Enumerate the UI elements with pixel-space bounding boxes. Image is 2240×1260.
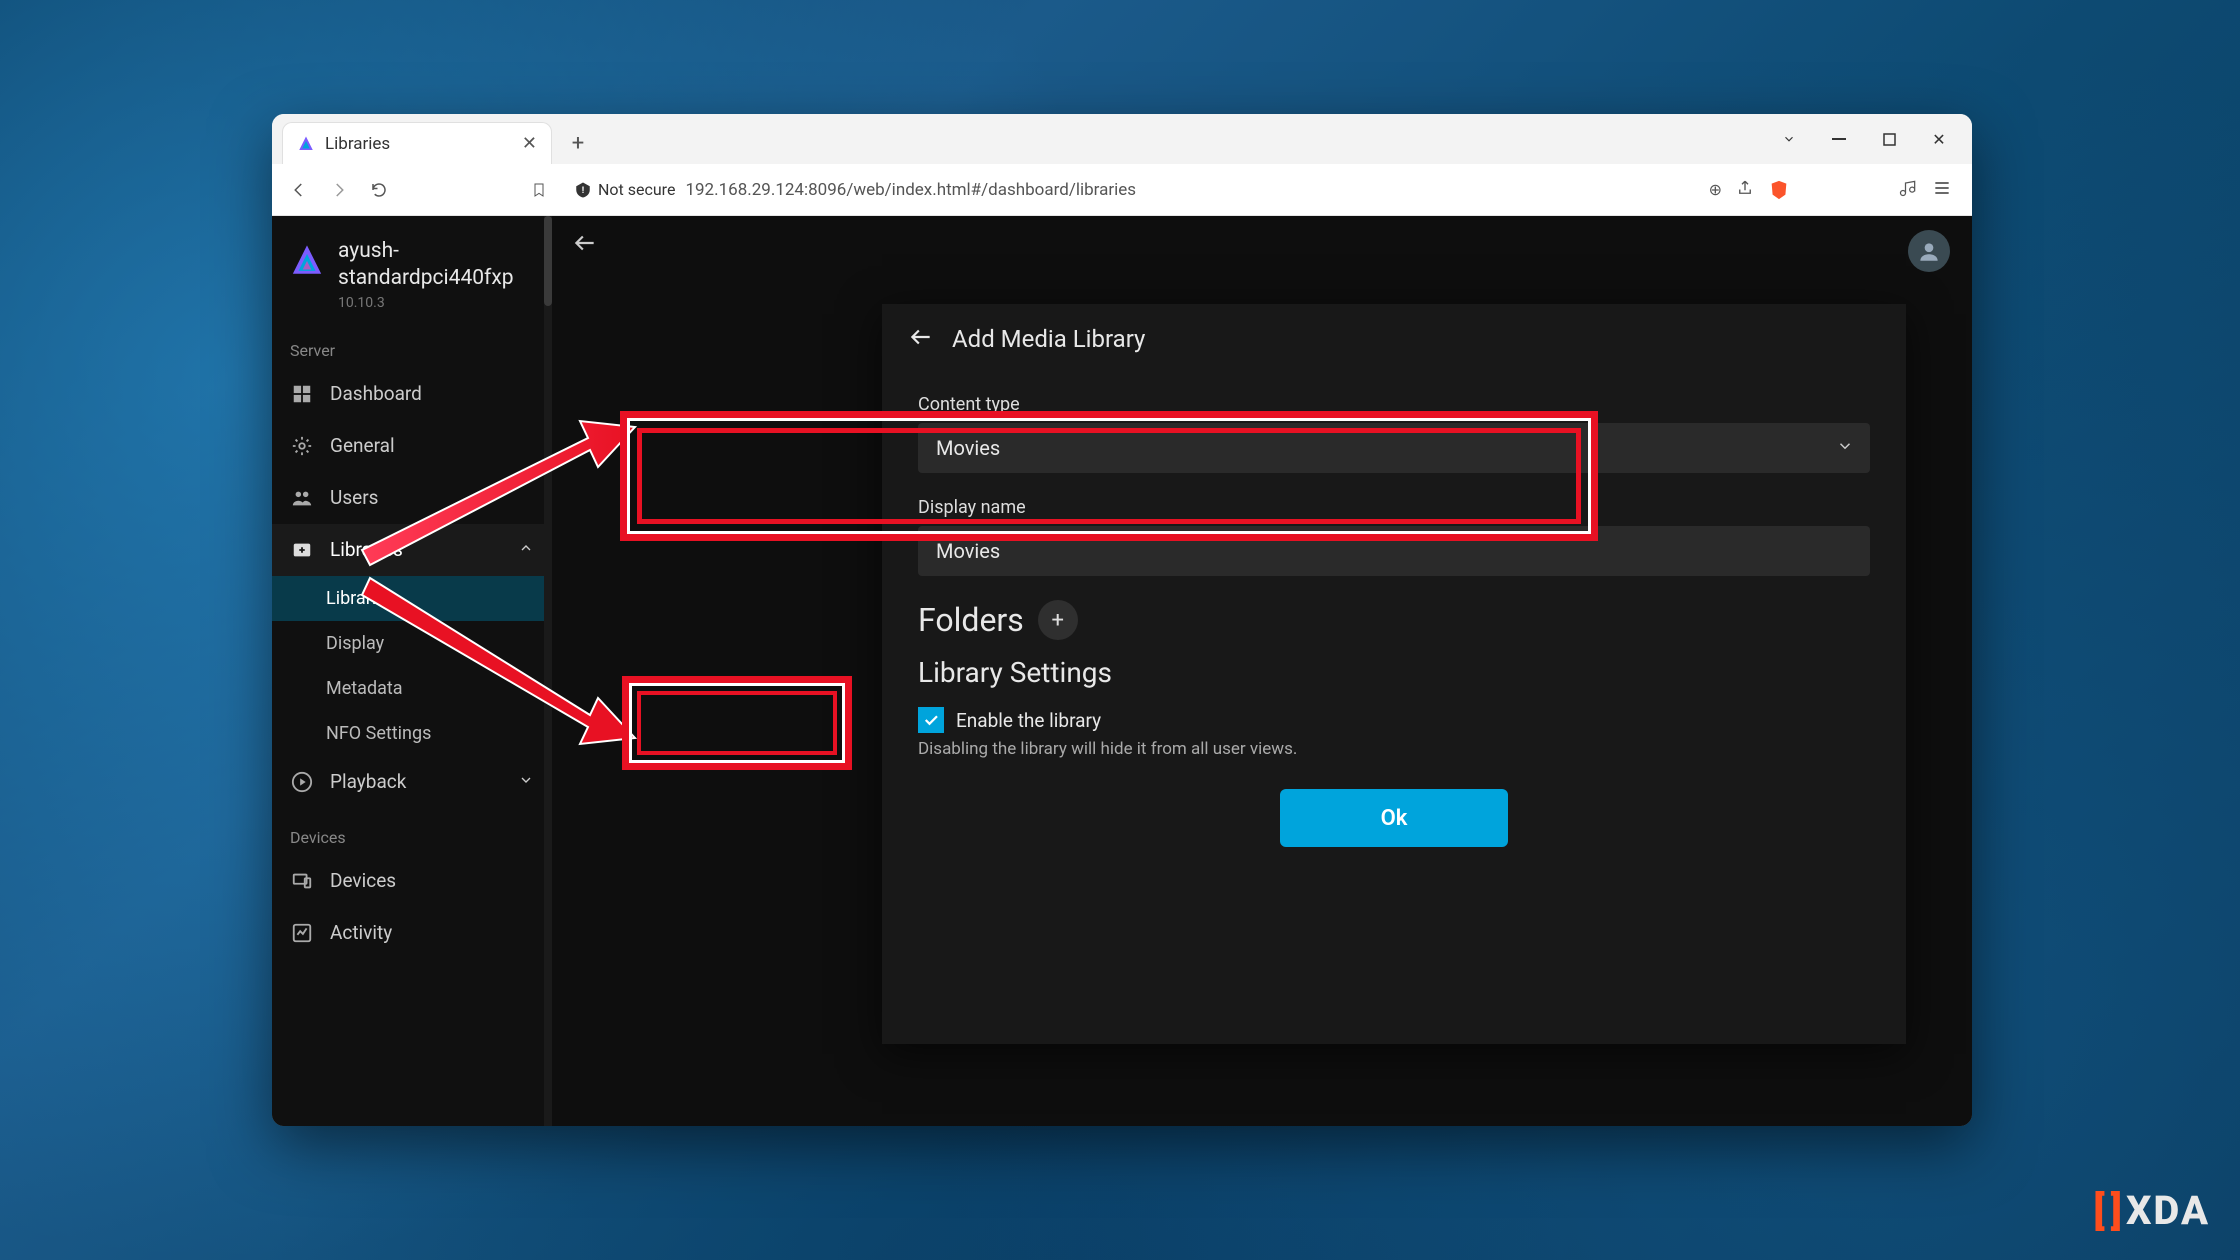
- section-label-server: Server: [272, 321, 552, 368]
- tab-title: Libraries: [325, 134, 512, 154]
- close-window-button[interactable]: ✕: [1916, 116, 1962, 162]
- nav-forward-button[interactable]: [324, 175, 354, 205]
- maximize-button[interactable]: [1866, 116, 1912, 162]
- security-label: Not secure: [598, 180, 675, 199]
- reader-icon[interactable]: [1898, 178, 1918, 202]
- sidebar: ayush-standardpci440fxp 10.10.3 Server D…: [272, 216, 552, 1126]
- sidebar-item-label: Playback: [330, 770, 406, 793]
- dashboard-icon: [290, 382, 314, 406]
- url-field[interactable]: ! Not secure 192.168.29.124:8096/web/ind…: [564, 180, 1699, 200]
- chevron-up-icon: [518, 538, 534, 561]
- sidebar-item-label: Devices: [330, 869, 396, 892]
- content-type-value: Movies: [936, 436, 1000, 460]
- brave-shields-icon[interactable]: [1768, 179, 1790, 201]
- sidebar-item-devices[interactable]: Devices: [272, 855, 552, 907]
- chevron-down-icon: [1836, 436, 1854, 460]
- share-icon[interactable]: [1736, 179, 1754, 201]
- section-label-devices: Devices: [272, 808, 552, 855]
- add-folder-button[interactable]: +: [1038, 600, 1078, 640]
- sidebar-subitem-metadata[interactable]: Metadata: [272, 666, 552, 711]
- security-indicator: ! Not secure: [574, 180, 675, 199]
- bookmark-icon[interactable]: [524, 175, 554, 205]
- address-bar: ! Not secure 192.168.29.124:8096/web/ind…: [272, 164, 1972, 216]
- enable-library-row: Enable the library: [918, 707, 1870, 733]
- sidebar-item-label: Dashboard: [330, 382, 422, 405]
- sidebar-item-dashboard[interactable]: Dashboard: [272, 368, 552, 420]
- content-type-field: Content type Movies: [918, 394, 1870, 473]
- sidebar-subitem-libraries[interactable]: Libraries: [272, 576, 552, 621]
- dialog-back-button[interactable]: [908, 324, 934, 354]
- gear-icon: [290, 434, 314, 458]
- chevron-down-icon: [518, 770, 534, 793]
- sidebar-item-label: Users: [330, 486, 378, 509]
- jellyfin-logo-icon: [290, 244, 324, 278]
- url-text: 192.168.29.124:8096/web/index.html#/dash…: [685, 180, 1136, 200]
- window-controls: ✕: [1766, 114, 1972, 164]
- tab-strip: Libraries ✕ + ✕: [272, 114, 1972, 164]
- content-type-label: Content type: [918, 394, 1870, 415]
- folders-title: Folders: [918, 601, 1024, 639]
- display-name-label: Display name: [918, 497, 1870, 518]
- activity-icon: [290, 921, 314, 945]
- sidebar-scrollbar[interactable]: [544, 216, 552, 1126]
- devices-icon: [290, 869, 314, 893]
- sidebar-item-label: Activity: [330, 921, 392, 944]
- svg-text:!: !: [582, 186, 584, 196]
- jellyfin-favicon-icon: [297, 135, 315, 153]
- nav-back-button[interactable]: [284, 175, 314, 205]
- enable-library-checkbox[interactable]: [918, 707, 944, 733]
- server-version: 10.10.3: [338, 295, 514, 311]
- sidebar-item-label: General: [330, 434, 395, 457]
- browser-window: Libraries ✕ + ✕ ! Not secure 192.168.29.…: [272, 114, 1972, 1126]
- sidebar-item-general[interactable]: General: [272, 420, 552, 472]
- passkey-icon[interactable]: ⊕: [1709, 180, 1722, 199]
- tab-overflow-button[interactable]: [1766, 116, 1812, 162]
- play-icon: [290, 770, 314, 794]
- enable-library-label: Enable the library: [956, 709, 1101, 732]
- page-back-button[interactable]: [572, 230, 598, 260]
- tab-close-button[interactable]: ✕: [522, 133, 537, 154]
- browser-tab[interactable]: Libraries ✕: [282, 122, 552, 164]
- server-name: ayush-standardpci440fxp: [338, 238, 514, 293]
- sidebar-item-label: Libraries: [330, 538, 403, 561]
- display-name-input[interactable]: [918, 526, 1870, 576]
- user-avatar-button[interactable]: [1908, 230, 1950, 272]
- sidebar-item-playback[interactable]: Playback: [272, 756, 552, 808]
- display-name-field: Display name: [918, 497, 1870, 576]
- main-panel: Add Media Library Content type Movies Di…: [552, 216, 1972, 1126]
- ok-button[interactable]: Ok: [1280, 789, 1508, 847]
- add-media-library-dialog: Add Media Library Content type Movies Di…: [882, 304, 1906, 1044]
- xda-text: XDA: [2126, 1187, 2210, 1234]
- xda-bracket-icon: [ ]: [2093, 1187, 2120, 1234]
- sidebar-subitem-display[interactable]: Display: [272, 621, 552, 666]
- menu-icon[interactable]: [1932, 178, 1952, 202]
- content-type-select[interactable]: Movies: [918, 423, 1870, 473]
- library-settings-title: Library Settings: [918, 656, 1870, 689]
- dialog-title: Add Media Library: [952, 325, 1145, 353]
- sidebar-item-activity[interactable]: Activity: [272, 907, 552, 959]
- dialog-header: Add Media Library: [882, 304, 1906, 374]
- sidebar-subitem-nfo[interactable]: NFO Settings: [272, 711, 552, 756]
- sidebar-item-libraries[interactable]: Libraries: [272, 524, 552, 576]
- app-content: ayush-standardpci440fxp 10.10.3 Server D…: [272, 216, 1972, 1126]
- reload-button[interactable]: [364, 175, 394, 205]
- users-icon: [290, 486, 314, 510]
- xda-watermark: [ ] XDA: [2093, 1187, 2210, 1234]
- enable-library-help: Disabling the library will hide it from …: [918, 739, 1870, 759]
- server-info: ayush-standardpci440fxp 10.10.3: [272, 216, 552, 321]
- folders-section: Folders +: [918, 600, 1870, 640]
- top-bar: [552, 216, 1972, 274]
- minimize-button[interactable]: [1816, 116, 1862, 162]
- new-tab-button[interactable]: +: [560, 125, 596, 161]
- library-icon: [290, 538, 314, 562]
- sidebar-item-users[interactable]: Users: [272, 472, 552, 524]
